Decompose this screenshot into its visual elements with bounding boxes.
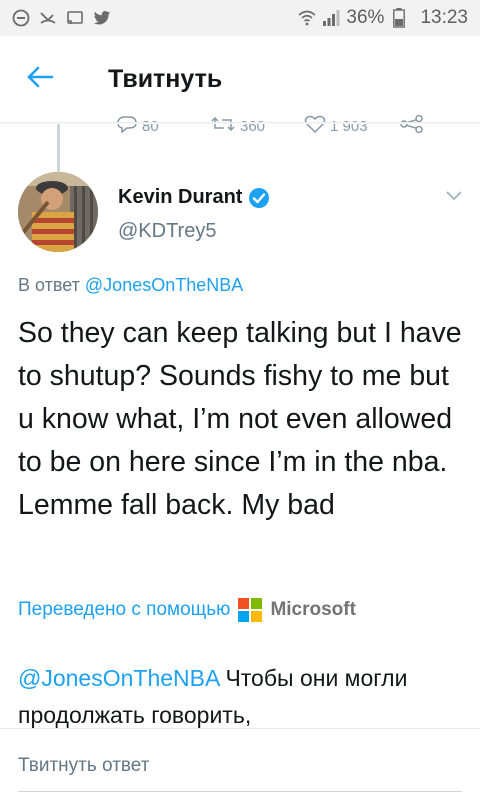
status-bar: 36% 13:23 bbox=[0, 0, 480, 36]
battery-icon bbox=[390, 8, 408, 28]
microsoft-logo-icon bbox=[238, 598, 263, 622]
like-action[interactable]: 1 903 bbox=[304, 115, 368, 137]
app-header: Твитнуть bbox=[0, 36, 480, 122]
signal-icon bbox=[322, 9, 340, 27]
reply-input[interactable]: Твитнуть ответ bbox=[18, 755, 149, 777]
translated-by-label: Переведено с помощью bbox=[18, 599, 231, 620]
share-action[interactable] bbox=[400, 114, 424, 137]
thread-connector-line bbox=[57, 122, 60, 172]
verified-badge-icon bbox=[248, 187, 270, 209]
translation-mention[interactable]: @JonesOnTheNBA bbox=[18, 665, 219, 691]
translator-name: Microsoft bbox=[270, 599, 356, 620]
chevron-down-icon bbox=[445, 187, 463, 206]
status-icons-left bbox=[12, 9, 111, 27]
heart-icon bbox=[304, 115, 326, 137]
back-button[interactable] bbox=[0, 36, 80, 122]
translated-by[interactable]: Переведено с помощью Microsoft bbox=[18, 598, 356, 622]
retweet-action[interactable]: 360 bbox=[210, 115, 265, 137]
do-not-disturb-icon bbox=[12, 9, 30, 27]
translation-text: @JonesOnTheNBA Чтобы они могли продолжат… bbox=[18, 660, 468, 734]
twitter-bird-icon bbox=[93, 9, 111, 27]
back-arrow-icon bbox=[26, 65, 54, 93]
battery-percent: 36% bbox=[346, 7, 385, 28]
header-divider bbox=[0, 122, 480, 124]
author-display-name: Kevin Durant bbox=[118, 186, 243, 208]
reply-icon bbox=[116, 115, 138, 137]
author-name[interactable]: Kevin Durant bbox=[118, 186, 270, 209]
avatar[interactable] bbox=[18, 172, 98, 252]
reply-to-line: В ответ @JonesOnTheNBA bbox=[18, 275, 243, 296]
like-count: 1 903 bbox=[330, 117, 368, 135]
retweet-count: 360 bbox=[240, 117, 266, 135]
reply-bar: Твитнуть ответ bbox=[0, 728, 480, 800]
tweet-text: So they can keep talking but I have to s… bbox=[18, 317, 462, 521]
reply-count: 80 bbox=[142, 117, 159, 135]
author-handle[interactable]: @KDTrey5 bbox=[118, 220, 216, 243]
reply-to-prefix: В ответ bbox=[18, 275, 80, 295]
reply-to-mention[interactable]: @JonesOnTheNBA bbox=[85, 275, 243, 295]
status-time: 13:23 bbox=[420, 7, 468, 28]
page-title: Твитнуть bbox=[108, 64, 223, 93]
cast-icon bbox=[66, 9, 84, 27]
tweet-options-button[interactable] bbox=[440, 184, 468, 208]
previous-tweet-actions: 80 360 1 903 bbox=[0, 114, 480, 137]
share-icon bbox=[400, 114, 424, 137]
retweet-icon bbox=[210, 115, 236, 137]
wifi-icon bbox=[298, 9, 316, 27]
status-icons-right: 36% 13:23 bbox=[298, 7, 468, 29]
reply-input-underline bbox=[18, 791, 462, 792]
reply-action[interactable]: 80 bbox=[116, 115, 159, 137]
missed-call-icon bbox=[39, 9, 57, 27]
